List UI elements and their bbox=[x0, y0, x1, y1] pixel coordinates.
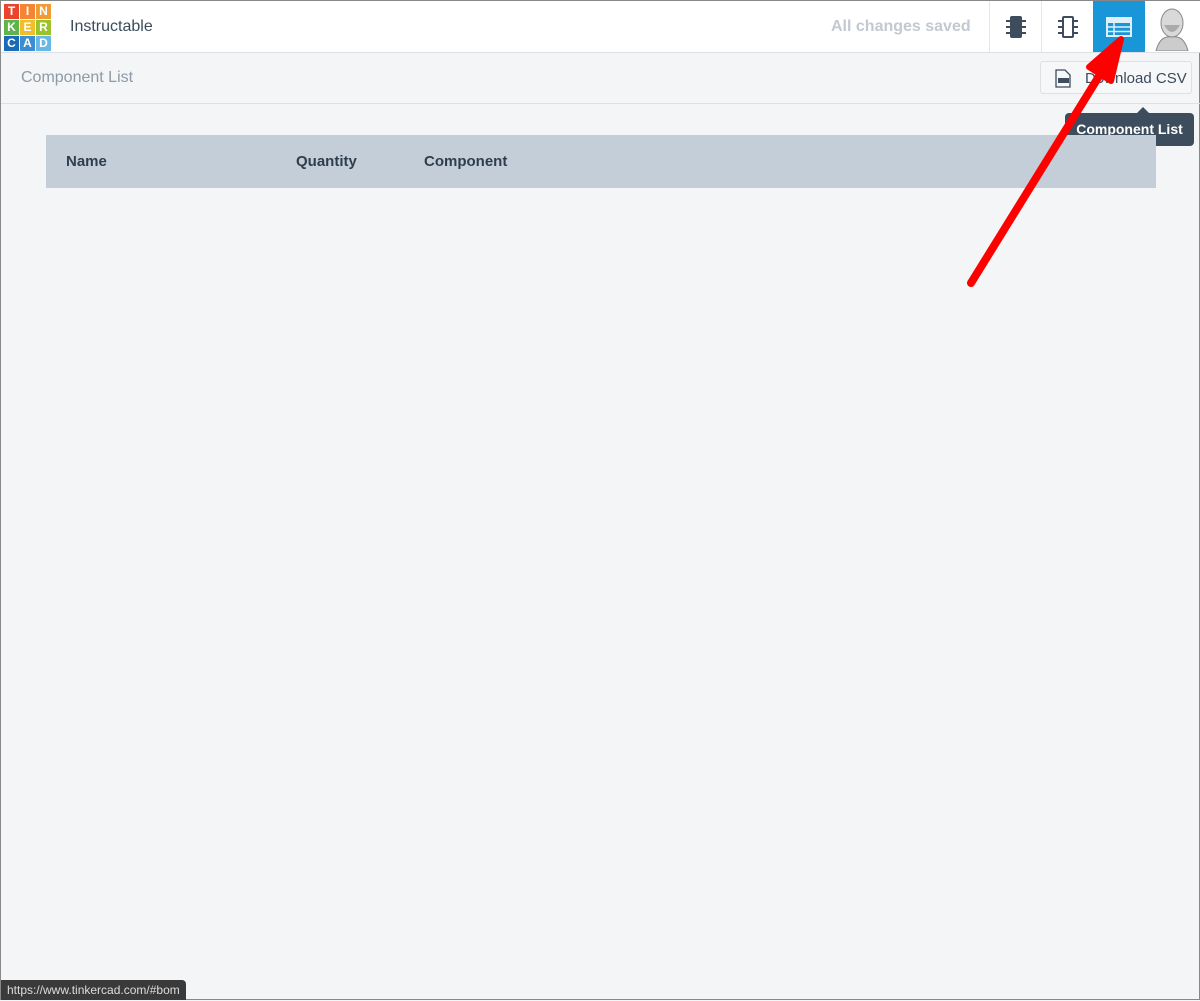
project-title[interactable]: Instructable bbox=[70, 18, 153, 36]
logo-letter: E bbox=[20, 20, 35, 35]
panel-title: Component List bbox=[21, 69, 134, 86]
logo-letter: D bbox=[36, 36, 51, 51]
breadboard-view-button[interactable] bbox=[989, 1, 1041, 52]
tinkercad-logo[interactable]: TIN KER CAD bbox=[4, 4, 51, 51]
logo-letter: N bbox=[36, 4, 51, 19]
save-status: All changes saved bbox=[831, 18, 971, 35]
user-avatar[interactable] bbox=[1146, 1, 1198, 52]
download-csv-label: Download CSV bbox=[1085, 70, 1187, 87]
subheader: Component List Download CSV bbox=[1, 53, 1200, 104]
logo-letter: R bbox=[36, 20, 51, 35]
download-csv-button[interactable]: Download CSV bbox=[1040, 61, 1192, 94]
component-list-icon bbox=[1106, 16, 1132, 37]
logo-letter: A bbox=[20, 36, 35, 51]
logo-letter: C bbox=[4, 36, 19, 51]
status-bar-url: https://www.tinkercad.com/#bom bbox=[1, 980, 186, 1000]
column-header-component[interactable]: Component bbox=[424, 153, 507, 170]
top-bar: TIN KER CAD Instructable All changes saved bbox=[1, 1, 1200, 53]
table-header: Name Quantity Component bbox=[46, 135, 1156, 188]
column-header-name[interactable]: Name bbox=[66, 153, 107, 170]
schematic-chip-icon bbox=[1057, 15, 1078, 38]
avatar-image bbox=[1155, 8, 1189, 51]
breadboard-chip-icon bbox=[1005, 15, 1026, 38]
logo-letter: I bbox=[20, 4, 35, 19]
column-header-quantity[interactable]: Quantity bbox=[296, 153, 357, 170]
logo-letter: T bbox=[4, 4, 19, 19]
schematic-view-button[interactable] bbox=[1041, 1, 1093, 52]
component-list-button[interactable] bbox=[1093, 1, 1145, 52]
csv-file-icon bbox=[1055, 69, 1071, 88]
logo-letter: K bbox=[4, 20, 19, 35]
